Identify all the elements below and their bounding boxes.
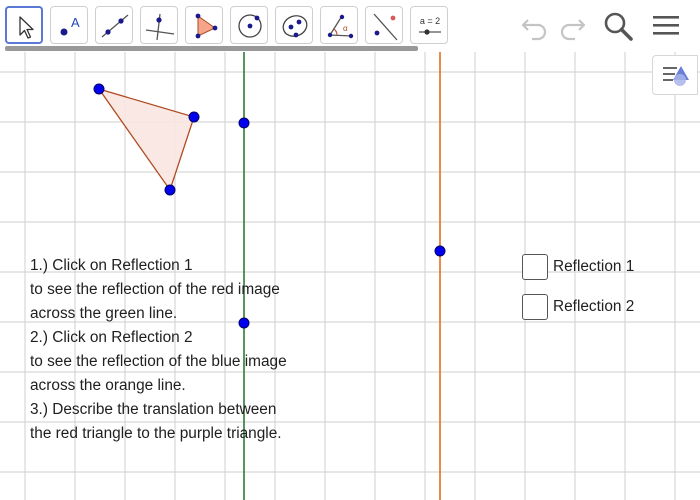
slider-icon: a = 2 (419, 16, 441, 35)
polygon-icon (195, 13, 218, 39)
perpendicular-line-icon (145, 13, 175, 41)
style-bar-toggle-icon (663, 66, 689, 86)
instruction-line: across the orange line. (30, 377, 186, 394)
move-tool-button[interactable] (5, 6, 43, 44)
reflection-2-label[interactable]: Reflection 2 (553, 298, 634, 316)
instruction-line: 2.) Click on Reflection 2 (30, 329, 193, 346)
reflection-1-checkbox[interactable] (522, 254, 548, 280)
hamburger-menu-icon[interactable] (650, 10, 682, 47)
green-line-point[interactable] (238, 117, 250, 129)
triangle-vertex-point[interactable] (93, 83, 105, 95)
toolbar-scrollbar[interactable] (5, 46, 418, 51)
search-icon[interactable] (602, 10, 636, 49)
instruction-line: the red triangle to the purple triangle. (30, 425, 282, 442)
instruction-line: 3.) Describe the translation between (30, 401, 277, 418)
perpendicular-line-tool-button[interactable] (140, 6, 178, 44)
toolbar: A α a = 2 (0, 0, 700, 52)
ellipse-icon (282, 15, 308, 38)
ellipse-tool-button[interactable] (275, 6, 313, 44)
reflect-tool-button[interactable] (365, 6, 403, 44)
undo-icon[interactable] (519, 10, 551, 47)
angle-tool-button[interactable]: α (320, 6, 358, 44)
instruction-line: to see the reflection of the red image (30, 281, 280, 298)
angle-tool-glyph: α (343, 24, 348, 33)
redo-icon[interactable] (556, 10, 588, 47)
angle-icon: α (327, 14, 354, 39)
reflection-1-toggle[interactable]: Reflection 1 (522, 253, 634, 281)
instructions-text: 1.) Click on Reflection 1 to see the ref… (30, 254, 330, 446)
triangle-vertex-point[interactable] (188, 111, 200, 123)
instruction-line: to see the reflection of the blue image (30, 353, 287, 370)
orange-line-point[interactable] (434, 245, 446, 257)
point-tool-button[interactable]: A (50, 6, 88, 44)
slider-tool-glyph: a = 2 (420, 16, 440, 26)
reflect-about-line-icon (373, 13, 398, 41)
polygon-tool-button[interactable] (185, 6, 223, 44)
reflection-1-label[interactable]: Reflection 1 (553, 258, 634, 276)
triangle-vertex-point[interactable] (164, 184, 176, 196)
instruction-line: 1.) Click on Reflection 1 (30, 257, 193, 274)
reflection-2-toggle[interactable]: Reflection 2 (522, 293, 634, 321)
slider-tool-button[interactable]: a = 2 (410, 6, 448, 44)
arrow-pointer-icon (19, 16, 34, 39)
line-tool-button[interactable] (95, 6, 133, 44)
point-tool-glyph: A (71, 15, 80, 30)
circle-tool-button[interactable] (230, 6, 268, 44)
line-through-points-icon (101, 14, 129, 38)
circle-center-point-icon (238, 14, 262, 38)
point-icon: A (60, 15, 80, 36)
instruction-line: across the green line. (30, 305, 178, 322)
reflection-2-checkbox[interactable] (522, 294, 548, 320)
red-triangle[interactable] (97, 87, 195, 192)
style-bar-toggle-button[interactable] (652, 55, 698, 95)
